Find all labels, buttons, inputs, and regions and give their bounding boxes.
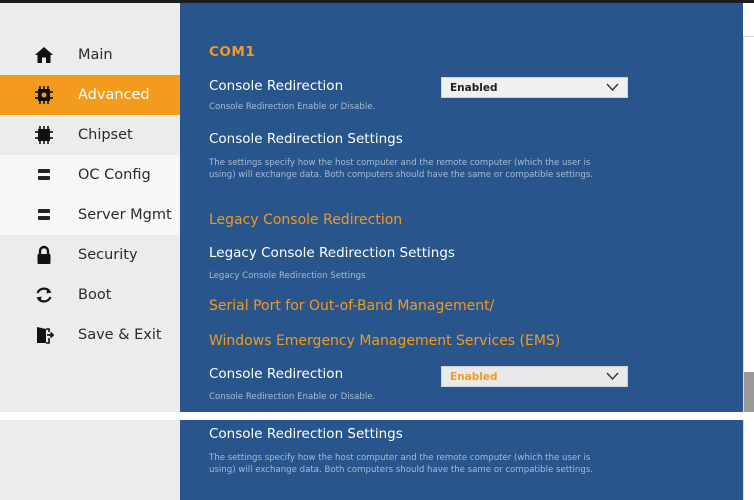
server-icon <box>34 165 54 185</box>
sidebar-item-label: OC Config <box>78 167 151 183</box>
legacy-console-heading: Legacy Console Redirection <box>209 212 403 228</box>
console-redirection-settings-help: The settings specify how the host comput… <box>209 453 594 475</box>
console-redirection-dropdown[interactable]: Enabled <box>441 366 628 387</box>
exit-door-icon <box>34 325 54 345</box>
sidebar-item-server-mgmt[interactable]: Server Mgmt <box>0 195 180 235</box>
sidebar-item-boot[interactable]: Boot <box>0 275 180 315</box>
chip-icon <box>34 125 54 145</box>
chevron-down-icon <box>606 83 619 92</box>
sidebar-lower <box>0 420 180 500</box>
scrollbar-track-lower <box>743 420 754 500</box>
sidebar-item-label: Server Mgmt <box>78 207 172 223</box>
dropdown-value: Enabled <box>450 81 498 94</box>
sidebar-item-label: Save & Exit <box>78 327 162 343</box>
sidebar-nav: Main Advanced Chipset OC Config Server M… <box>0 35 180 355</box>
sidebar-item-advanced[interactable]: Advanced <box>0 75 180 115</box>
sidebar-item-save-exit[interactable]: Save & Exit <box>0 315 180 355</box>
sidebar-item-label: Boot <box>78 287 112 303</box>
home-icon <box>34 45 54 65</box>
sidebar-item-label: Chipset <box>78 127 133 143</box>
server-icon <box>34 205 54 225</box>
com1-heading: COM1 <box>209 44 256 60</box>
settings-panel: COM1 Console Redirection Console Redirec… <box>180 0 743 412</box>
sidebar-item-oc-config[interactable]: OC Config <box>0 155 180 195</box>
sidebar-item-label: Main <box>78 47 113 63</box>
refresh-icon <box>34 285 54 305</box>
chevron-down-icon <box>606 372 619 381</box>
console-redirection-help: Console Redirection Enable or Disable. <box>209 392 376 402</box>
sidebar-item-label: Security <box>78 247 138 263</box>
top-border <box>0 0 180 3</box>
scrollbar-thumb[interactable] <box>744 372 754 412</box>
scrollbar-track[interactable] <box>743 36 754 412</box>
console-redirection-dropdown[interactable]: Enabled <box>441 77 628 98</box>
advanced-chip-icon <box>34 85 54 105</box>
sidebar-item-label: Advanced <box>78 87 150 103</box>
sidebar-item-chipset[interactable]: Chipset <box>0 115 180 155</box>
dropdown-value: Enabled <box>450 370 498 383</box>
sidebar-item-security[interactable]: Security <box>0 235 180 275</box>
console-redirection-settings-label[interactable]: Console Redirection Settings <box>209 426 403 442</box>
console-redirection-settings-help: The settings specify how the host comput… <box>209 158 594 180</box>
settings-panel-lower: Console Redirection Settings The setting… <box>180 420 743 500</box>
ems-heading-line1: Serial Port for Out-of-Band Management/ <box>209 298 495 314</box>
console-redirection-help: Console Redirection Enable or Disable. <box>209 102 376 112</box>
ems-heading-line2: Windows Emergency Management Services (E… <box>209 333 561 349</box>
top-border <box>180 0 754 3</box>
sidebar-item-main[interactable]: Main <box>0 35 180 75</box>
console-redirection-label[interactable]: Console Redirection <box>209 78 343 94</box>
console-redirection-settings-label[interactable]: Console Redirection Settings <box>209 131 403 147</box>
console-redirection-label[interactable]: Console Redirection <box>209 366 343 382</box>
legacy-console-settings-help: Legacy Console Redirection Settings <box>209 271 366 281</box>
legacy-console-settings-label[interactable]: Legacy Console Redirection Settings <box>209 245 455 261</box>
lock-icon <box>34 245 54 265</box>
